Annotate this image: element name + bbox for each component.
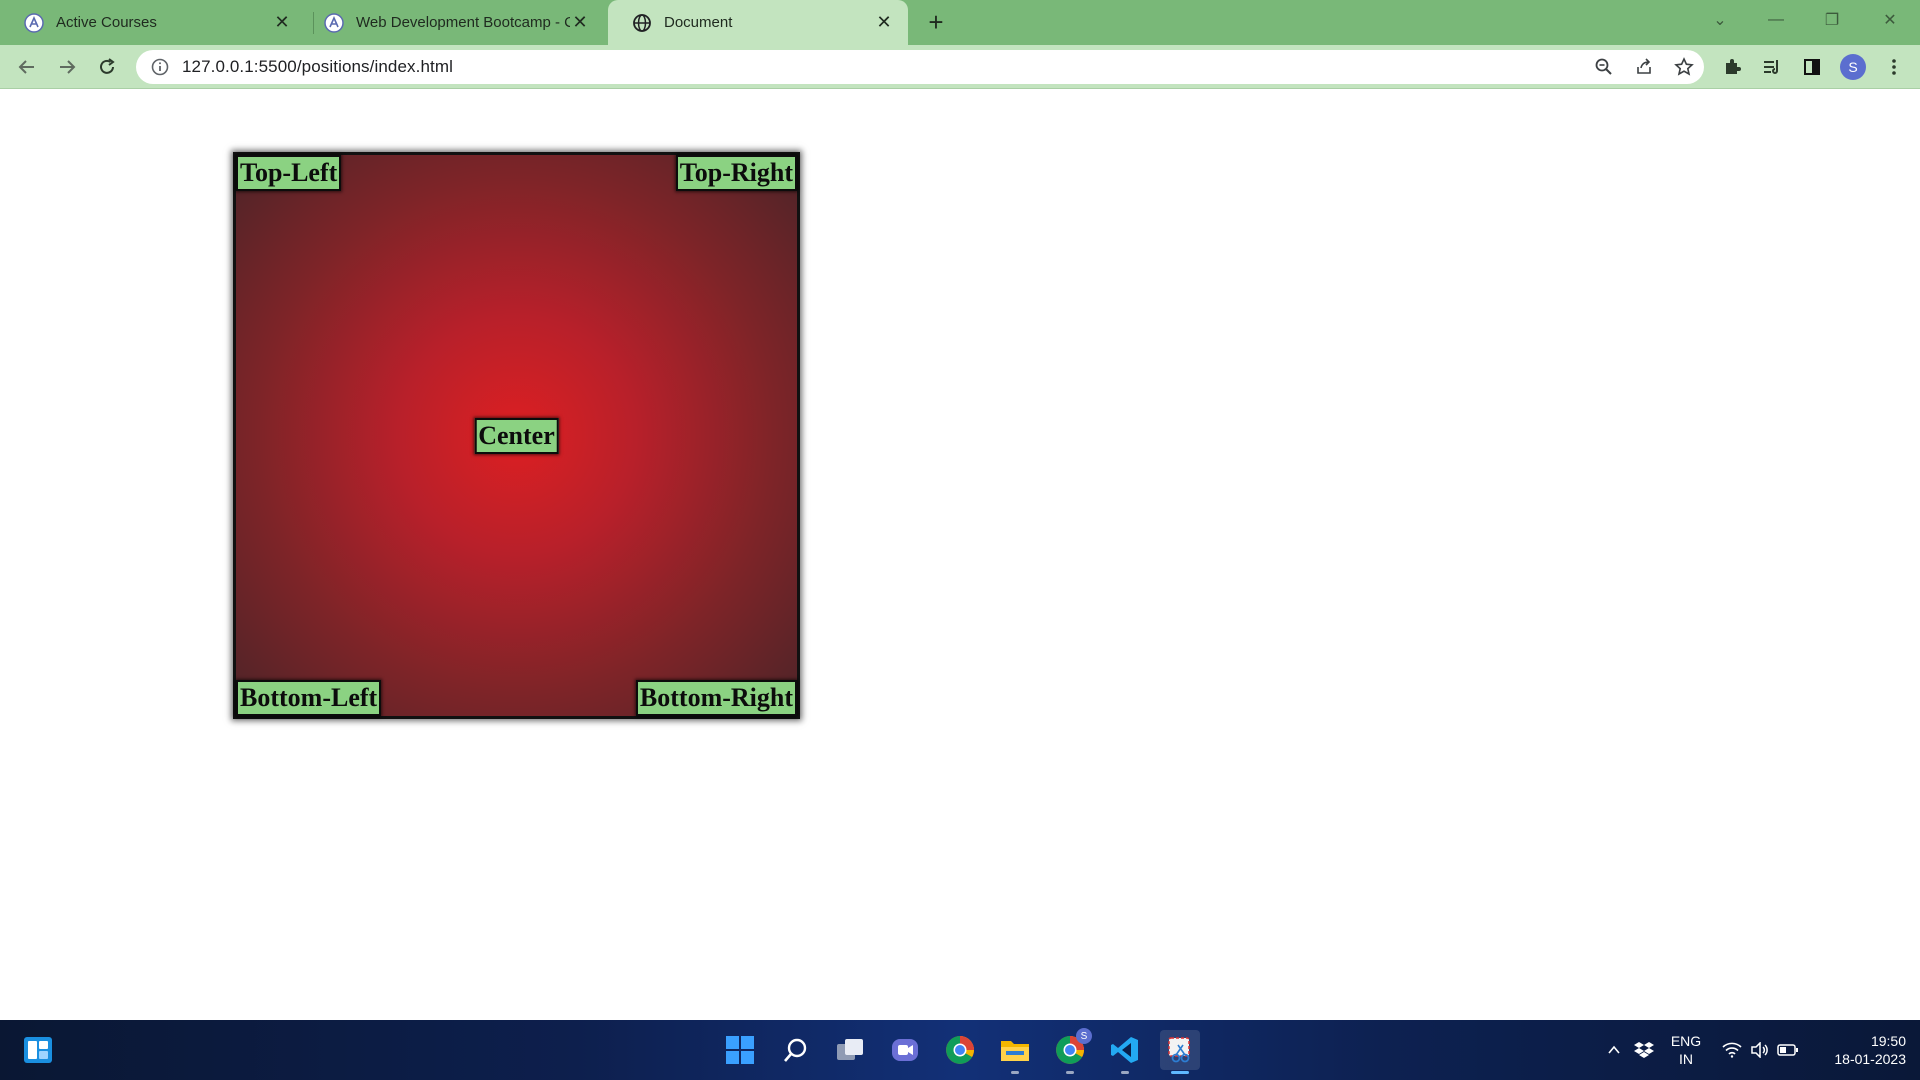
zoom-icon[interactable]: [1592, 55, 1616, 79]
battery-icon[interactable]: [1772, 1030, 1804, 1070]
course-site-icon: [324, 12, 344, 33]
close-icon[interactable]: ✕: [874, 12, 894, 33]
language-code: ENG: [1670, 1033, 1702, 1049]
extensions-icon[interactable]: [1718, 53, 1746, 81]
arrow-left-icon: [18, 60, 34, 74]
dropbox-icon[interactable]: [1626, 1030, 1662, 1070]
taskbar: S ENG IN 19:50 18-01-2023: [0, 1020, 1920, 1080]
tab-title: Web Development Bootcamp - C: [356, 14, 570, 31]
search-icon[interactable]: [776, 1030, 816, 1070]
reload-button[interactable]: [93, 53, 121, 81]
close-icon[interactable]: ✕: [570, 12, 590, 33]
chrome-profile-icon[interactable]: S: [1050, 1028, 1092, 1074]
running-indicator: [1171, 1071, 1189, 1074]
address-bar[interactable]: 127.0.0.1:5500/positions/index.html: [136, 50, 1704, 84]
snipping-tool-icon[interactable]: [1160, 1030, 1200, 1074]
globe-icon: [632, 13, 652, 33]
clock-time: 19:50: [1870, 1033, 1906, 1049]
tab-title: Document: [664, 14, 733, 31]
course-site-icon: [24, 12, 44, 33]
task-view-icon[interactable]: [830, 1030, 870, 1070]
tab-document[interactable]: Document ✕: [608, 0, 908, 45]
region-code: IN: [1679, 1051, 1693, 1067]
teams-chat-icon[interactable]: [885, 1030, 925, 1070]
reload-icon: [100, 58, 115, 74]
new-tab-button[interactable]: +: [922, 7, 950, 37]
label-center: Center: [474, 417, 559, 454]
back-button[interactable]: [13, 53, 41, 81]
media-control-icon[interactable]: [1758, 53, 1786, 81]
restore-button[interactable]: ❐: [1804, 0, 1860, 40]
info-icon[interactable]: [150, 57, 170, 77]
page-viewport: Top-Left Top-Right Center Bottom-Left Bo…: [0, 89, 1920, 1020]
running-indicator: [1011, 1071, 1019, 1074]
file-explorer-icon[interactable]: [995, 1030, 1035, 1074]
tab-strip: Active Courses ✕ Web Development Bootcam…: [0, 0, 1920, 45]
running-indicator: [1121, 1071, 1129, 1074]
tab-active-courses[interactable]: Active Courses ✕: [0, 0, 306, 45]
clock[interactable]: 19:50 18-01-2023: [1814, 1032, 1906, 1068]
label-top-right: Top-Right: [675, 155, 797, 191]
bookmark-star-icon[interactable]: [1672, 55, 1696, 79]
tab-web-development-bootcamp[interactable]: Web Development Bootcamp - C ✕: [300, 0, 604, 45]
url-text: 127.0.0.1:5500/positions/index.html: [182, 57, 453, 76]
language-indicator[interactable]: ENG IN: [1664, 1032, 1708, 1068]
label-bottom-right: Bottom-Right: [635, 680, 797, 716]
tab-title: Active Courses: [56, 14, 157, 31]
windows-start-icon[interactable]: [720, 1030, 760, 1070]
chrome-icon[interactable]: [940, 1030, 980, 1070]
arrow-right-icon: [60, 60, 76, 74]
side-panel-icon[interactable]: [1798, 53, 1826, 81]
clock-date: 18-01-2023: [1834, 1051, 1906, 1067]
menu-kebab-icon[interactable]: [1880, 53, 1908, 81]
minimize-button[interactable]: —: [1748, 0, 1804, 40]
chrome-profile-badge: S: [1076, 1028, 1092, 1044]
positioned-container: Top-Left Top-Right Center Bottom-Left Bo…: [233, 152, 800, 719]
vscode-icon[interactable]: [1105, 1030, 1145, 1074]
close-icon[interactable]: ✕: [272, 12, 292, 33]
profile-avatar[interactable]: S: [1840, 54, 1866, 80]
share-icon[interactable]: [1632, 55, 1656, 79]
close-window-button[interactable]: ✕: [1862, 0, 1918, 40]
running-indicator: [1066, 1071, 1074, 1074]
browser-toolbar: 127.0.0.1:5500/positions/index.html S: [0, 45, 1920, 89]
label-bottom-left: Bottom-Left: [236, 680, 382, 716]
forward-button[interactable]: [53, 53, 81, 81]
tab-search-icon[interactable]: ⌄: [1692, 0, 1748, 40]
label-top-left: Top-Left: [236, 155, 342, 191]
widgets-icon[interactable]: [18, 1030, 58, 1070]
